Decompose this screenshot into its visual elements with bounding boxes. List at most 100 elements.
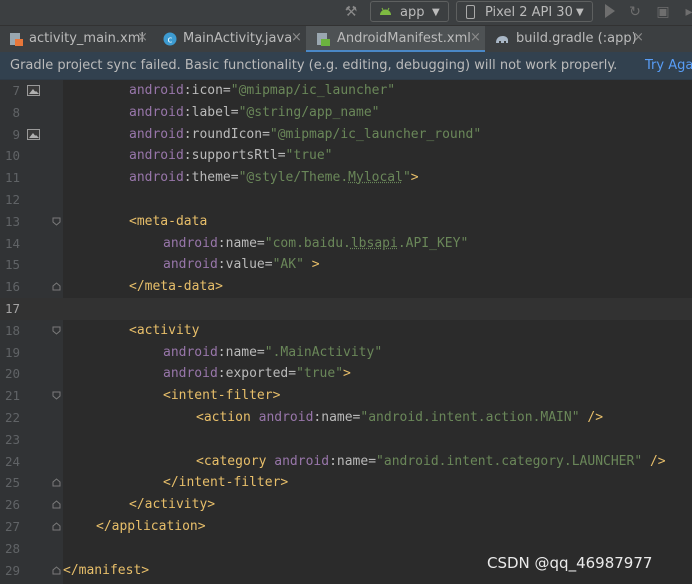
code-line[interactable]: 7 android:icon="@mipmap/ic_launcher" — [0, 80, 692, 102]
line-number: 15 — [0, 254, 20, 276]
try-again-link[interactable]: Try Aga — [645, 52, 692, 80]
code-line[interactable]: 19 android:name=".MainActivity" — [0, 342, 692, 364]
code-line[interactable]: 27 </application> — [0, 516, 692, 538]
code-line[interactable]: 11 android:theme="@style/Theme.Mylocal"> — [0, 167, 692, 189]
code-token: android — [129, 127, 184, 142]
fold-open-icon[interactable] — [52, 391, 61, 400]
code-token: android — [129, 148, 184, 163]
code-token: Mylocal — [348, 170, 403, 185]
image-preview-icon[interactable] — [27, 129, 40, 140]
fold-open-icon[interactable] — [52, 326, 61, 335]
close-icon[interactable]: × — [291, 30, 302, 45]
fold-close-icon[interactable] — [52, 566, 61, 575]
code-token: android — [129, 83, 184, 98]
run-icon[interactable] — [605, 4, 615, 18]
code-line[interactable]: 22 <action android:name="android.intent.a… — [0, 407, 692, 429]
code-line[interactable]: 16 </meta-data> — [0, 276, 692, 298]
code-token: android — [274, 454, 329, 469]
code-text: <intent-filter> — [163, 385, 280, 407]
tab-main-activity[interactable]: c MainActivity.java × — [154, 26, 306, 52]
code-line[interactable]: 21 <intent-filter> — [0, 385, 692, 407]
code-line[interactable]: 15 android:value="AK" > — [0, 254, 692, 276]
main-toolbar: ⚒ app ▼ Pixel 2 API 30 ▼ ↻ ▣ ▸ — [0, 0, 692, 25]
tab-label: activity_main.xml — [29, 31, 144, 46]
code-token: > — [343, 366, 351, 381]
code-text: android:theme="@style/Theme.Mylocal"> — [129, 167, 419, 189]
editor-tabs: activity_main.xml × c MainActivity.java … — [0, 25, 692, 52]
fold-open-icon[interactable] — [52, 217, 61, 226]
code-text: android:name="com.baidu.lbsapi.API_KEY" — [163, 233, 468, 255]
code-line[interactable]: 10 android:supportsRtl="true" — [0, 145, 692, 167]
code-line[interactable]: 8 android:label="@string/app_name" — [0, 102, 692, 124]
code-line[interactable]: 12 — [0, 189, 692, 211]
close-icon[interactable]: × — [137, 30, 148, 45]
watermark: CSDN @qq_46987977 — [487, 554, 652, 572]
run-config-select[interactable]: app ▼ — [370, 1, 449, 22]
code-text: </intent-filter> — [163, 472, 288, 494]
chevron-down-icon: ▼ — [576, 2, 584, 23]
debug-icon[interactable]: ▣ — [654, 3, 672, 21]
code-line[interactable]: 23 — [0, 429, 692, 451]
phone-icon — [466, 5, 475, 19]
rerun-icon[interactable]: ↻ — [626, 3, 644, 21]
code-editor[interactable]: 7 android:icon="@mipmap/ic_launcher" 8 andr… — [0, 80, 692, 584]
code-line[interactable]: 20 android:exported="true"> — [0, 363, 692, 385]
code-token: android — [129, 105, 184, 120]
fold-close-icon[interactable] — [52, 478, 61, 487]
code-token: </application> — [96, 519, 206, 534]
code-token: :name= — [329, 454, 376, 469]
tab-build-gradle[interactable]: build.gradle (:app) × — [485, 26, 645, 52]
line-number: 21 — [0, 385, 20, 407]
code-line[interactable]: 14 android:name="com.baidu.lbsapi.API_KEY… — [0, 233, 692, 255]
code-token: android — [163, 345, 218, 360]
code-token: "@string/app_name" — [239, 105, 380, 120]
code-token: :label= — [184, 105, 239, 120]
code-line[interactable]: 18 <activity — [0, 320, 692, 342]
fold-close-icon[interactable] — [52, 282, 61, 291]
code-text: android:supportsRtl="true" — [129, 145, 333, 167]
android-icon — [379, 7, 392, 16]
code-text: android:exported="true"> — [163, 363, 351, 385]
code-line[interactable]: 26 </activity> — [0, 494, 692, 516]
tab-activity-main[interactable]: activity_main.xml × — [0, 26, 154, 52]
line-number: 7 — [0, 80, 20, 102]
close-icon[interactable]: × — [470, 30, 481, 45]
code-token: <activity — [129, 323, 199, 338]
code-text: <activity — [129, 320, 199, 342]
code-token: <category — [196, 454, 274, 469]
chevron-down-icon: ▼ — [432, 2, 440, 23]
code-line[interactable]: 25 </intent-filter> — [0, 472, 692, 494]
code-line[interactable]: 17 — [0, 298, 692, 320]
tab-label: MainActivity.java — [183, 31, 292, 46]
xml-layout-icon — [9, 32, 23, 46]
profile-icon[interactable]: ▸ — [680, 3, 692, 21]
fold-close-icon[interactable] — [52, 500, 61, 509]
code-text: </application> — [96, 516, 206, 538]
hammer-icon[interactable]: ⚒ — [342, 3, 360, 21]
line-number: 14 — [0, 233, 20, 255]
image-preview-icon[interactable] — [27, 85, 40, 96]
line-number: 26 — [0, 494, 20, 516]
close-icon[interactable]: × — [633, 30, 644, 45]
code-token: "android.intent.action.MAIN" — [360, 410, 579, 425]
fold-close-icon[interactable] — [52, 522, 61, 531]
code-token: "@mipmap/ic_launcher_round" — [270, 127, 481, 142]
code-token: "com.baidu. — [265, 236, 351, 251]
code-token: " — [403, 170, 411, 185]
code-line[interactable]: 13 <meta-data — [0, 211, 692, 233]
code-token: </intent-filter> — [163, 475, 288, 490]
code-line[interactable]: 9 android:roundIcon="@mipmap/ic_launcher_… — [0, 124, 692, 146]
code-token: "true" — [286, 148, 333, 163]
code-token: <intent-filter> — [163, 388, 280, 403]
tab-android-manifest[interactable]: AndroidManifest.xml × — [306, 26, 485, 52]
code-token: <action — [196, 410, 259, 425]
line-number: 29 — [0, 560, 20, 582]
code-token: </activity> — [129, 497, 215, 512]
line-number: 18 — [0, 320, 20, 342]
line-number: 19 — [0, 342, 20, 364]
line-number: 28 — [0, 538, 20, 560]
code-line[interactable]: 24 <category android:name="android.intent… — [0, 451, 692, 473]
device-select[interactable]: Pixel 2 API 30 ▼ — [456, 1, 593, 22]
code-text: android:name=".MainActivity" — [163, 342, 382, 364]
code-token: "@mipmap/ic_launcher" — [231, 83, 395, 98]
